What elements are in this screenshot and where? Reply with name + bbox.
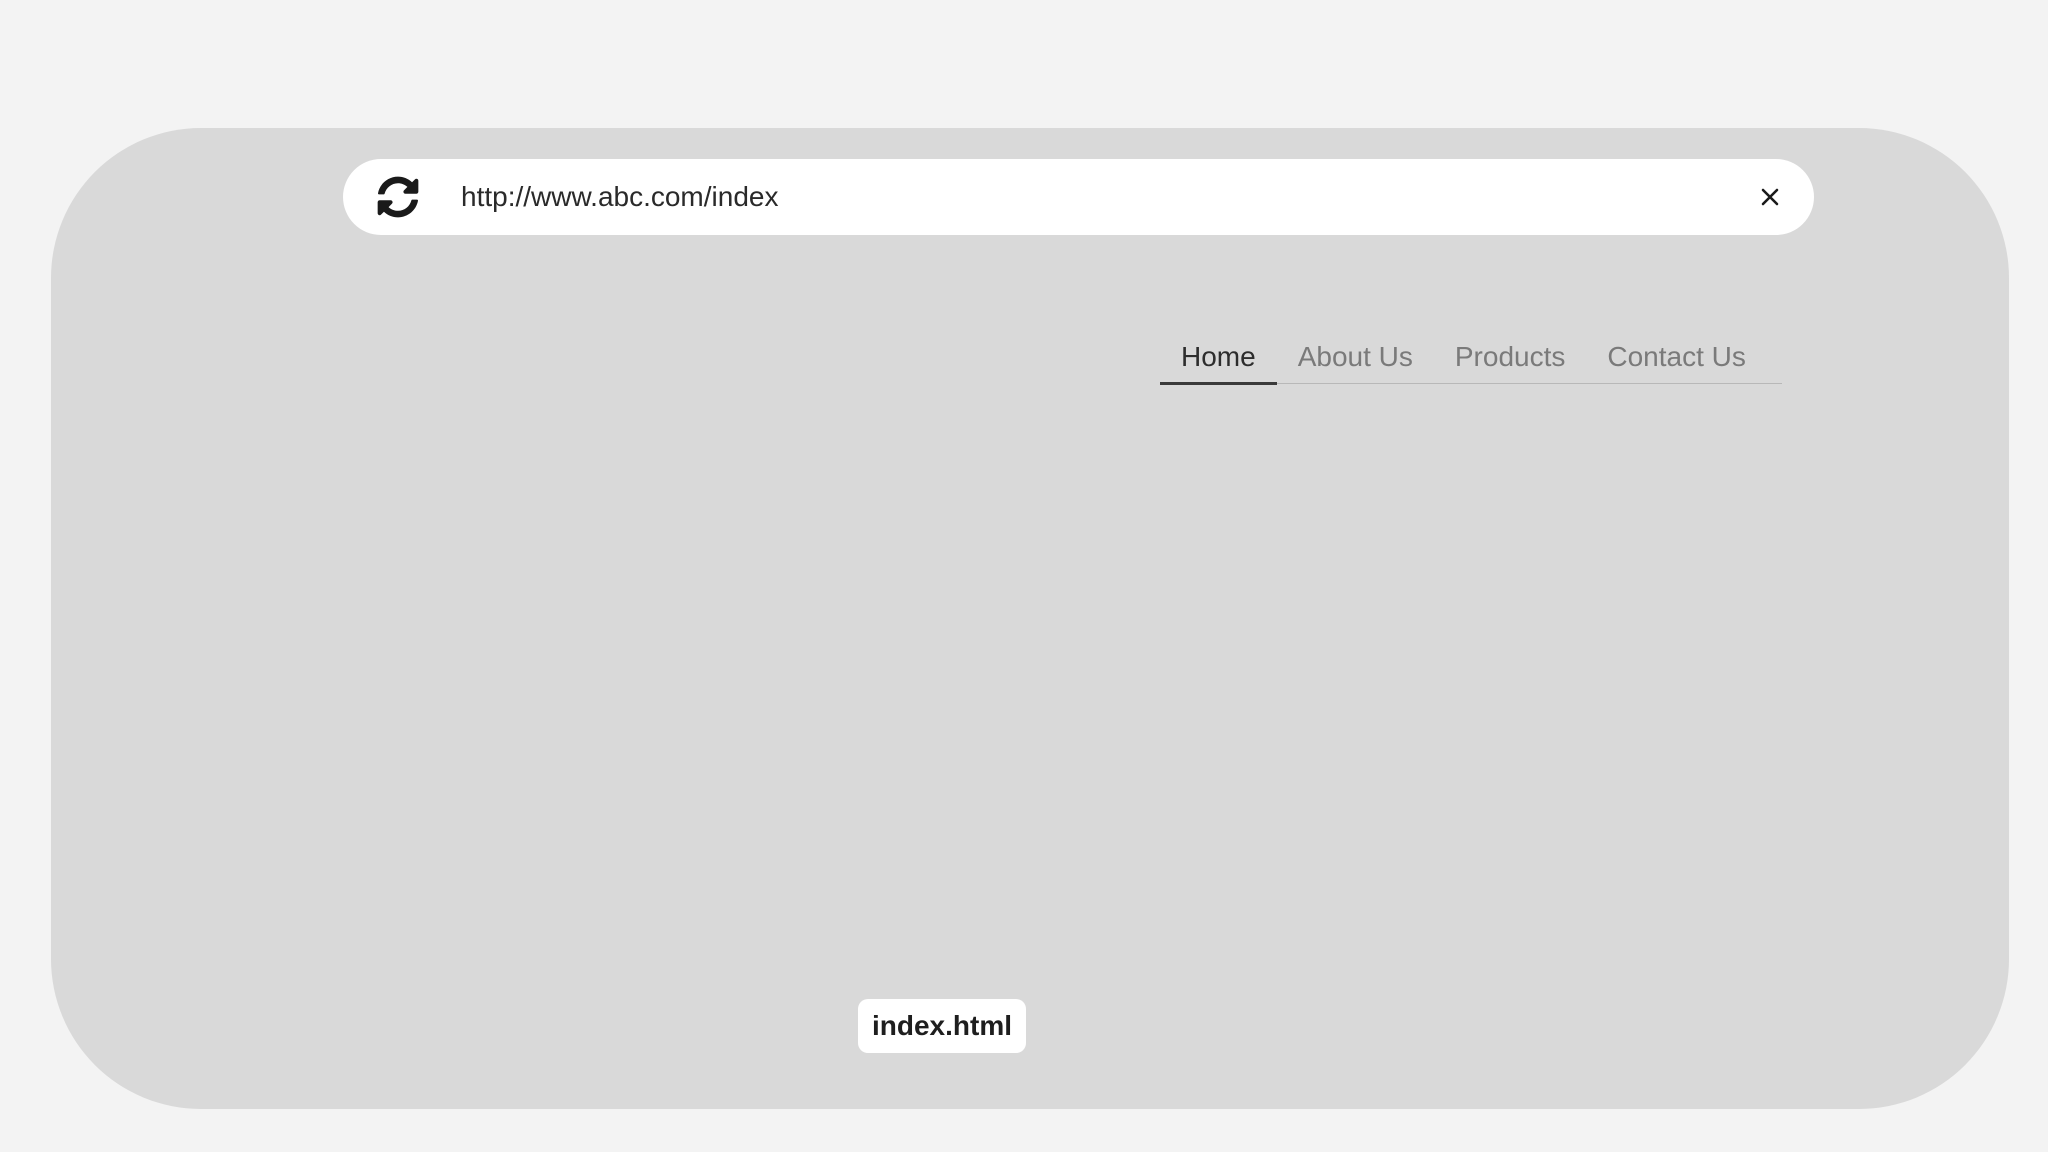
tab-home[interactable]: Home: [1160, 335, 1277, 385]
close-button[interactable]: [1754, 181, 1786, 213]
tab-contact-us[interactable]: Contact Us: [1586, 335, 1767, 383]
tab-about-us[interactable]: About Us: [1277, 335, 1434, 383]
address-bar: [343, 159, 1814, 235]
refresh-icon: [377, 176, 419, 218]
file-name-label: index.html: [858, 999, 1027, 1053]
close-icon: [1761, 188, 1779, 206]
tab-products[interactable]: Products: [1434, 335, 1587, 383]
canvas: Home About Us Products Contact Us index.…: [0, 0, 2048, 1152]
url-input[interactable]: [461, 159, 1661, 235]
nav-tabs: Home About Us Products Contact Us: [1160, 335, 1782, 385]
refresh-button[interactable]: [375, 174, 421, 220]
browser-window: [51, 128, 2009, 1109]
